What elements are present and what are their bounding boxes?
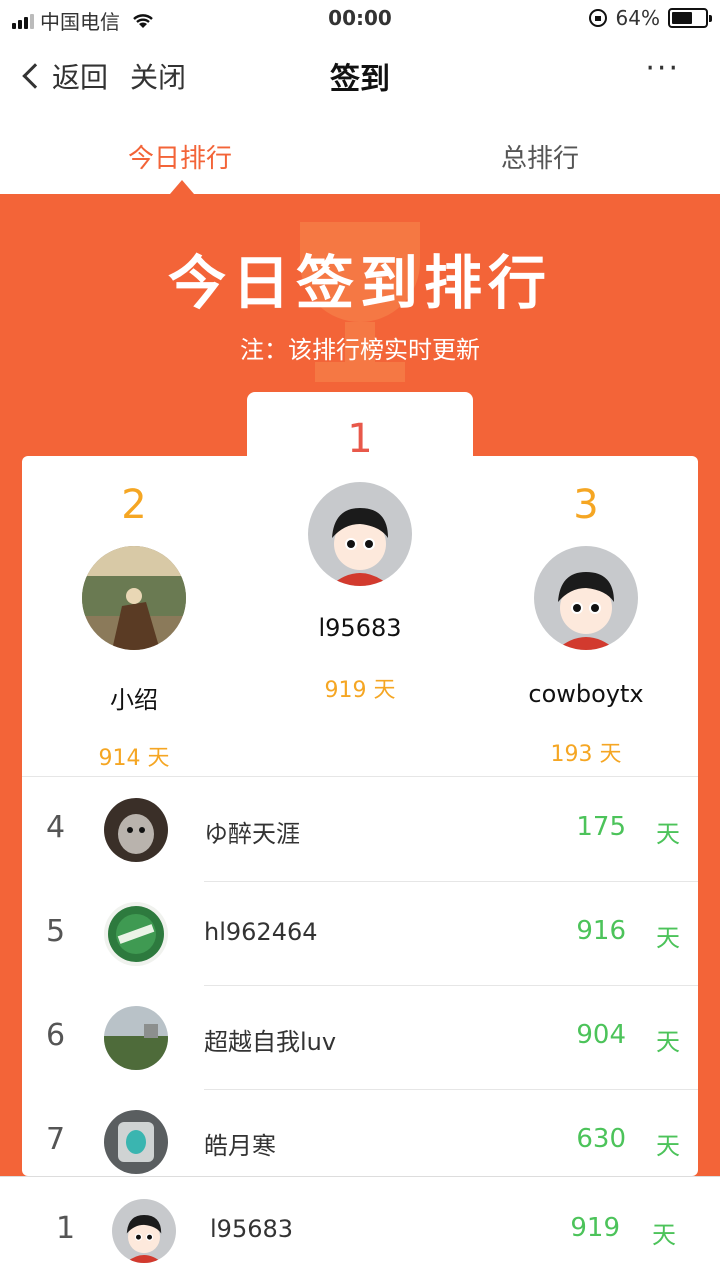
status-bar: 中国电信 00:00 64% (0, 0, 720, 36)
rotation-lock-icon (588, 9, 607, 27)
cartoon-avatar-icon (112, 1199, 176, 1263)
podium-divider (22, 776, 698, 777)
list-rank: 7 (46, 1122, 66, 1157)
list-days: 904 (576, 1020, 626, 1050)
third-avatar[interactable] (534, 546, 638, 650)
first-name: l95683 (318, 614, 402, 642)
list-item[interactable]: 6 超越自我luv 904 天 (22, 986, 698, 1090)
my-days-unit: 天 (652, 1221, 676, 1249)
list-rank: 4 (46, 810, 66, 845)
dog-photo-avatar (104, 798, 168, 862)
my-days: 919 (570, 1213, 620, 1243)
list-days-unit: 天 (656, 820, 680, 848)
landscape-photo-avatar (104, 1006, 168, 1070)
list-name: ゆ醉天涯 (204, 820, 300, 848)
tab-today-ranking[interactable]: 今日排行 (0, 138, 360, 175)
list-days: 916 (576, 916, 626, 946)
cartoon-avatar-icon (308, 482, 412, 586)
my-rank: 1 (56, 1211, 76, 1246)
second-days: 914 天 (98, 746, 170, 771)
list-rank: 6 (46, 1018, 66, 1053)
list-item[interactable]: 5 hl962464 916 天 (22, 882, 698, 986)
list-name: hl962464 (204, 918, 318, 946)
tab-total-ranking[interactable]: 总排行 (360, 138, 720, 175)
second-avatar[interactable] (82, 546, 186, 650)
list-days-unit: 天 (656, 1132, 680, 1160)
jewel-photo-avatar (104, 1110, 168, 1174)
photo-avatar-icon (82, 546, 186, 650)
third-name: cowboytx (528, 680, 644, 708)
list-days-unit: 天 (656, 924, 680, 952)
list-days-unit: 天 (656, 1028, 680, 1056)
list-item[interactable]: 4 ゆ醉天涯 175 天 (22, 778, 698, 882)
list-days: 175 (576, 812, 626, 842)
badge-photo-avatar (104, 902, 168, 966)
more-icon[interactable]: ··· (645, 54, 680, 84)
first-rank-number: 1 (347, 416, 373, 462)
first-avatar[interactable] (308, 482, 412, 586)
battery-icon (668, 8, 712, 28)
list-rank: 5 (46, 914, 66, 949)
active-tab-indicator (170, 180, 194, 194)
my-avatar (112, 1199, 176, 1263)
second-rank-number: 2 (121, 482, 147, 528)
list-days: 630 (576, 1124, 626, 1154)
first-days: 919 天 (324, 678, 396, 703)
list-name: 超越自我luv (204, 1028, 337, 1056)
my-name: l95683 (210, 1215, 294, 1243)
page-title: 签到 (330, 62, 390, 97)
list-name: 皓月寒 (204, 1132, 276, 1160)
second-name: 小绍 (110, 686, 158, 714)
my-ranking-bar[interactable]: 1 l95683 919 天 (0, 1176, 720, 1280)
third-rank-number: 3 (573, 482, 599, 528)
cartoon-avatar-icon (534, 546, 638, 650)
tab-bar: 今日排行 总排行 (0, 112, 720, 194)
third-days: 193 天 (550, 742, 622, 767)
banner-title: 今日签到排行 (167, 249, 552, 317)
battery-percent: 64% (615, 6, 660, 30)
banner-note: 注：该排行榜实时更新 (240, 336, 480, 364)
nav-bar: 返回 关闭 签到 ··· (0, 36, 720, 112)
